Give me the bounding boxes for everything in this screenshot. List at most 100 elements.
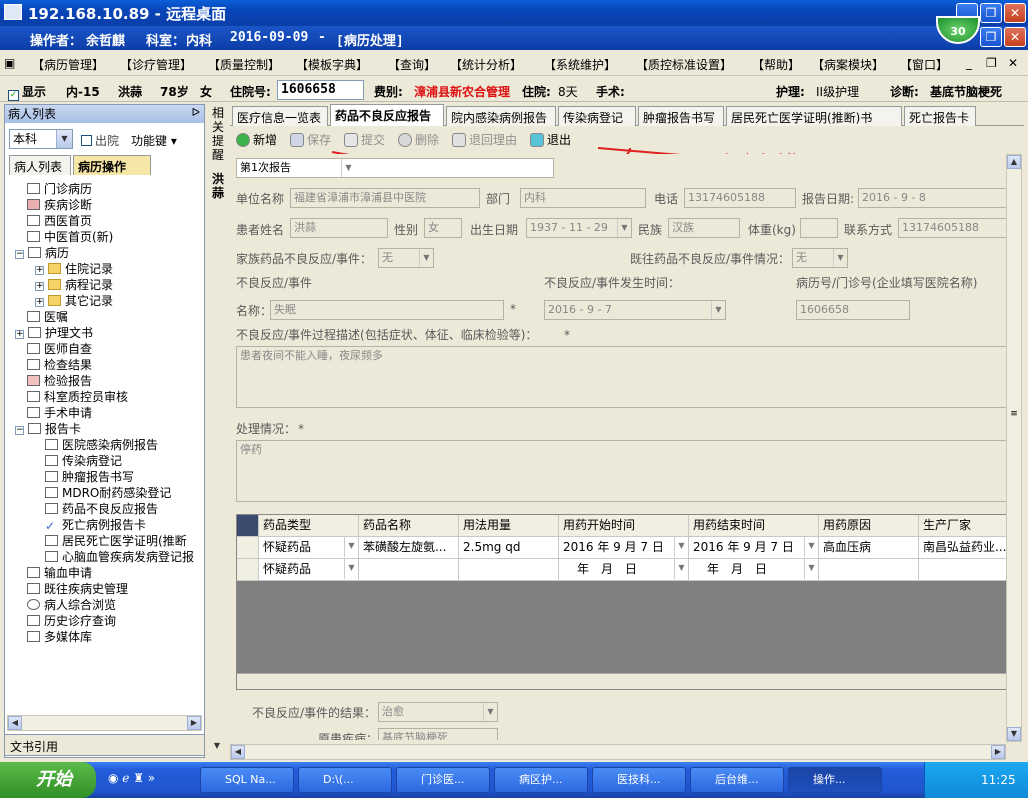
report-date-field[interactable]: 2016 - 9 - 8 [858,188,1008,208]
task-outpatient[interactable]: 门诊医... [396,767,490,793]
tab-death-certificate[interactable]: 居民死亡医学证明(推断)书 [726,106,902,126]
add-button[interactable]: 新增 [236,131,277,148]
form-hscrollbar[interactable]: ◀ ▶ [230,744,1006,760]
tree-item[interactable]: 多媒体库 [27,629,92,645]
chevron-down-icon[interactable]: ▼ [674,559,688,579]
form-vscrollbar[interactable]: ▲ ≡ ▼ [1006,154,1022,742]
row-selector[interactable] [237,537,259,559]
drug-type-cell[interactable]: 怀疑药品 ▼ [259,537,359,559]
past-history-select[interactable]: 无 ▼ [792,248,848,268]
description-textarea[interactable]: 患者夜间不能入睡，夜尿频多 [236,346,1008,408]
chevron-down-icon[interactable]: ▼ [344,537,358,557]
scroll-right-icon[interactable]: ▶ [187,716,201,730]
table-row[interactable]: 怀疑药品 ▼ 苯磺酸左旋氨... 2.5mg qd 2016 年 9 月 7 日 ▼… [237,537,1007,559]
chevron-down-icon[interactable]: ▼ [674,537,688,557]
report-number-select[interactable]: 第1次报告 ▼ [236,158,356,178]
table-row[interactable]: 怀疑药品 ▼ 年 月 日 ▼ 年 月 日 ▼ [237,559,1007,581]
tree-item[interactable]: 肿瘤报告书写 [45,469,134,485]
task-medtech[interactable]: 医技科... [592,767,686,793]
tree-item[interactable]: + 其它记录 [35,293,113,309]
event-time-field[interactable]: 2016 - 9 - 7 ▼ [544,300,726,320]
chevron-down-icon[interactable]: ▼ [344,559,358,579]
menu-system[interactable]: 【系统维护】 [544,56,616,73]
phone-field[interactable]: 13174605188 [684,188,796,208]
tree-item[interactable]: − 报告卡 [15,421,81,437]
tab-record-operations[interactable]: 病历操作 [73,155,151,175]
origin-disease-field[interactable]: 基底节脑梗死 [378,728,498,740]
tab-death-report-card[interactable]: 死亡报告卡 [904,106,976,126]
col-manufacturer[interactable]: 生产厂家 [919,515,1007,537]
menu-case-module[interactable]: 【病案模块】 [812,56,884,73]
weight-field[interactable] [800,218,838,238]
tree-item[interactable]: 医嘱 [27,309,68,325]
tab-tumor-report[interactable]: 肿瘤报告书写 [638,106,724,126]
scroll-left-icon[interactable]: ◀ [8,716,22,730]
tree-item[interactable]: 输血申请 [27,565,92,581]
task-sql[interactable]: SQL Na... [200,767,294,793]
menu-query[interactable]: 【查询】 [388,56,436,73]
col-dosage[interactable]: 用法用量 [459,515,559,537]
mdi-minimize[interactable]: _ [966,56,972,70]
patient-name-field[interactable]: 洪蒜 [290,218,388,238]
tab-infectious-disease[interactable]: 传染病登记 [558,106,636,126]
drug-name-cell[interactable]: 苯磺酸左旋氨... [359,537,459,559]
task-folder[interactable]: D:\(... [298,767,392,793]
tab-patient-list[interactable]: 病人列表 [9,155,71,175]
menu-help[interactable]: 【帮助】 [752,56,800,73]
quicklaunch-icons[interactable]: ◉ ℯ ♜ » [108,771,155,785]
col-reason[interactable]: 用药原因 [819,515,919,537]
tree-item[interactable]: 检查结果 [27,357,92,373]
app-menu-icon[interactable]: ▣ [4,56,15,70]
tree-item[interactable]: 居民死亡医学证明(推断 [45,533,187,549]
chevron-down-icon[interactable]: ▼ [804,537,818,557]
drug-type-cell[interactable]: 怀疑药品 ▼ [259,559,359,581]
function-key-dropdown[interactable]: 功能键 ▾ [131,132,177,149]
menu-stats[interactable]: 【统计分析】 [450,56,522,73]
tree-item[interactable]: 检验报告 [27,373,92,389]
menu-diagnosis[interactable]: 【诊疗管理】 [120,56,192,73]
row-selector[interactable] [237,559,259,581]
drug-name-cell[interactable] [359,559,459,581]
restore-button[interactable]: ❐ [980,3,1002,23]
inhospital-no-field[interactable]: 1606658 [277,80,364,100]
tree-item[interactable]: 药品不良反应报告 [45,501,158,517]
record-no-field[interactable]: 1606658 [796,300,910,320]
dept-field[interactable]: 内科 [520,188,646,208]
tree-item[interactable]: − 病历 [15,245,69,261]
chevron-down-icon[interactable]: ▼ [56,130,72,148]
save-button[interactable]: 保存 [290,131,331,148]
tree-item[interactable]: 病人综合浏览 [27,597,116,613]
side-scroll[interactable]: ▼ [210,210,226,760]
start-date-cell[interactable]: 2016 年 9 月 7 日 ▼ [559,537,689,559]
scroll-grip-icon[interactable]: ≡ [1008,409,1020,421]
nation-field[interactable]: 汉族 [668,218,740,238]
reason-cell[interactable]: 高血压病 [819,537,919,559]
task-ward-nursing[interactable]: 病区护... [494,767,588,793]
tree-item[interactable]: 中医首页(新) [27,229,113,245]
event-name-field[interactable]: 失眠 [270,300,504,320]
tree-item[interactable]: + 护理文书 [15,325,93,341]
menu-qc-standard[interactable]: 【质控标准设置】 [636,56,732,73]
sex-field[interactable]: 女 [424,218,462,238]
tree-item[interactable]: 手术申请 [27,405,92,421]
tree-item[interactable]: + 住院记录 [35,261,113,277]
tab-hospital-infection[interactable]: 院内感染病例报告 [446,106,556,126]
task-operate[interactable]: 操作... [788,767,882,793]
tab-adverse-drug-reaction[interactable]: 药品不良反应报告 [330,104,444,126]
close-button[interactable]: ✕ [1004,3,1026,23]
tree-item[interactable]: ✓ 死亡病例报告卡 [45,517,146,533]
unit-field[interactable]: 福建省漳浦市漳浦县中医院 [290,188,480,208]
tree-item[interactable]: 传染病登记 [45,453,122,469]
tree-item[interactable]: 疾病诊断 [27,197,92,213]
tree-item[interactable]: + 病程记录 [35,277,113,293]
start-button[interactable]: 开始 [0,762,96,798]
discharge-checkbox[interactable]: 出院 [81,132,119,149]
dept-select[interactable]: 本科 ▼ [9,129,73,149]
tree-item[interactable]: 心脑血管疾病发病登记报 [45,549,194,565]
menu-quality[interactable]: 【质量控制】 [208,56,280,73]
tree-item[interactable]: 科室质控员审核 [27,389,128,405]
show-checkbox[interactable]: ✓ 显示 [8,83,46,101]
scroll-down-icon[interactable]: ▼ [210,740,224,754]
tree-item[interactable]: 医师自查 [27,341,92,357]
tree-item[interactable]: 门诊病历 [27,181,92,197]
